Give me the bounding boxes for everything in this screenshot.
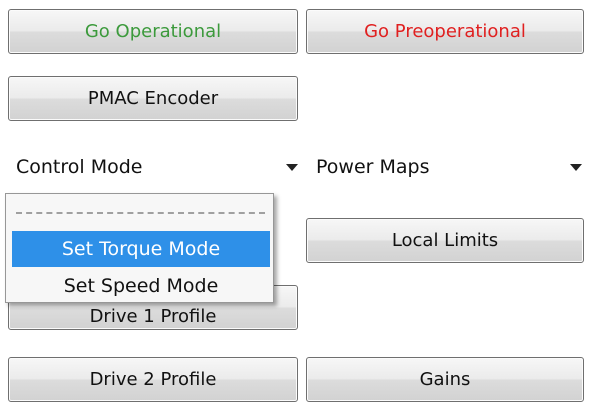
menu-tearoff-separator[interactable] (16, 212, 265, 214)
control-mode-dropdown[interactable]: Control Mode (16, 152, 298, 182)
go-preoperational-label: Go Preoperational (364, 21, 526, 42)
go-operational-label: Go Operational (84, 21, 222, 42)
drive2-profile-button[interactable]: Drive 2 Profile (8, 357, 298, 402)
power-maps-dropdown[interactable]: Power Maps (316, 152, 584, 182)
chevron-down-icon (570, 163, 582, 171)
drive1-profile-label: Drive 1 Profile (89, 306, 217, 327)
local-limits-button[interactable]: Local Limits (306, 218, 584, 263)
local-limits-label: Local Limits (391, 230, 499, 251)
gains-button[interactable]: Gains (306, 357, 584, 402)
menu-item-label: Set Speed Mode (63, 275, 219, 297)
menu-item-label: Set Torque Mode (61, 238, 221, 260)
control-mode-label: Control Mode (16, 156, 143, 178)
control-mode-menu: Set Torque Mode Set Speed Mode (5, 193, 274, 303)
pmac-encoder-label: PMAC Encoder (87, 88, 219, 109)
go-operational-button[interactable]: Go Operational (8, 9, 298, 54)
power-maps-label: Power Maps (316, 156, 430, 178)
menu-item-set-torque-mode[interactable]: Set Torque Mode (12, 231, 270, 267)
chevron-down-icon (286, 163, 298, 171)
gains-label: Gains (419, 369, 471, 390)
go-preoperational-button[interactable]: Go Preoperational (306, 9, 584, 54)
menu-item-set-speed-mode[interactable]: Set Speed Mode (12, 268, 270, 304)
drive2-profile-label: Drive 2 Profile (89, 369, 217, 390)
pmac-encoder-button[interactable]: PMAC Encoder (8, 76, 298, 121)
